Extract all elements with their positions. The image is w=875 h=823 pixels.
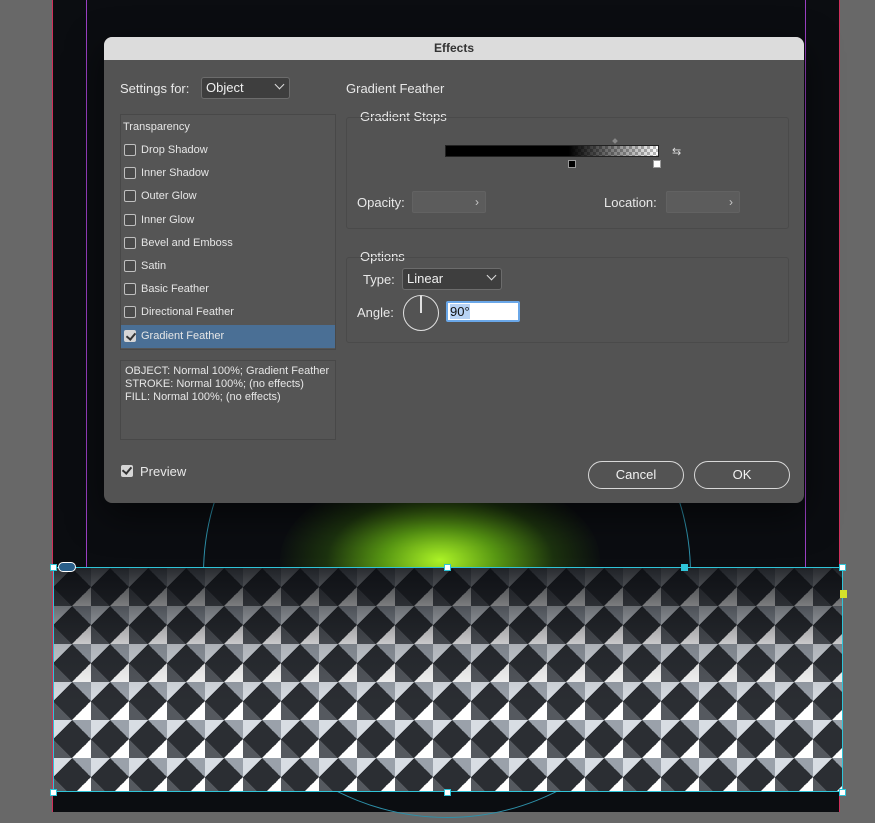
settings-for-dropdown[interactable]: Object (201, 77, 290, 99)
effects-summary: OBJECT: Normal 100%; Gradient Feather ST… (120, 360, 336, 440)
ok-button[interactable]: OK (694, 461, 790, 489)
list-item-gradient-feather[interactable]: Gradient Feather (121, 325, 335, 348)
checkbox-checked[interactable] (124, 330, 136, 342)
frame-handle-top-center[interactable] (444, 564, 451, 571)
location-label: Location: (604, 195, 657, 210)
angle-dial[interactable] (403, 295, 439, 331)
chevron-down-icon (274, 79, 285, 90)
preview-checkbox[interactable] (121, 465, 133, 477)
out-port-icon[interactable] (840, 590, 847, 598)
list-item-basic-feather[interactable]: Basic Feather (121, 278, 335, 301)
checkbox[interactable] (124, 190, 136, 202)
angle-label: Angle: (357, 305, 394, 320)
list-item-bevel-emboss[interactable]: Bevel and Emboss (121, 232, 335, 255)
checkbox[interactable] (124, 167, 136, 179)
checkbox[interactable] (124, 283, 136, 295)
list-item-label: Inner Shadow (141, 167, 209, 179)
gradient-ramp[interactable] (445, 145, 659, 157)
type-dropdown[interactable]: Linear (402, 268, 502, 290)
list-item-drop-shadow[interactable]: Drop Shadow (121, 139, 335, 162)
list-item-label: Drop Shadow (141, 144, 208, 156)
link-icon[interactable] (58, 562, 76, 572)
chevron-down-icon (486, 270, 497, 281)
chevron-right-icon: › (475, 195, 479, 209)
list-item-label: Satin (141, 260, 167, 272)
cancel-button[interactable]: Cancel (588, 461, 684, 489)
frame-handle-bottom-center[interactable] (444, 789, 451, 796)
selected-frame[interactable] (53, 567, 843, 792)
frame-anchor[interactable] (681, 564, 688, 571)
type-value: Linear (407, 271, 444, 286)
reverse-gradient-icon[interactable]: ⇆ (672, 145, 690, 163)
list-item-label: Gradient Feather (141, 330, 225, 342)
angle-value: 90° (450, 304, 470, 319)
list-item-label: Bevel and Emboss (141, 237, 233, 249)
list-item-label: Directional Feather (141, 306, 234, 318)
list-item-satin[interactable]: Satin (121, 255, 335, 278)
opacity-label: Opacity: (357, 195, 405, 210)
checkbox[interactable] (124, 260, 136, 272)
checkbox[interactable] (124, 214, 136, 226)
list-item-directional-feather[interactable]: Directional Feather (121, 301, 335, 324)
list-item-outer-glow[interactable]: Outer Glow (121, 185, 335, 208)
checkbox[interactable] (124, 306, 136, 318)
frame-handle-bottom-left[interactable] (50, 789, 57, 796)
settings-for-label: Settings for: (120, 81, 190, 96)
summary-object: OBJECT: Normal 100%; Gradient Feather (125, 365, 330, 377)
frame-handle-bottom-right[interactable] (839, 789, 846, 796)
frame-handle-top-right[interactable] (839, 564, 846, 571)
list-item-inner-shadow[interactable]: Inner Shadow (121, 162, 335, 185)
dialog-title: Effects (104, 37, 804, 60)
list-item-label: Basic Feather (141, 283, 209, 295)
frame-handle-top-left[interactable] (50, 564, 57, 571)
type-label: Type: (363, 272, 395, 287)
opacity-field[interactable]: › (412, 191, 486, 213)
location-field[interactable]: › (666, 191, 740, 213)
checkbox[interactable] (124, 144, 136, 156)
effects-dialog: Effects Settings for: Object Gradient Fe… (104, 37, 804, 503)
effects-list: Transparency Drop Shadow Inner Shadow Ou… (120, 114, 336, 350)
angle-input[interactable]: 90° (446, 301, 520, 322)
list-item-label: Inner Glow (141, 214, 195, 226)
checkbox[interactable] (124, 237, 136, 249)
gradient-stop-black[interactable] (568, 160, 576, 168)
list-header-transparency[interactable]: Transparency (121, 116, 335, 139)
gradient-stop-white[interactable] (653, 160, 661, 168)
panel-title: Gradient Feather (346, 81, 445, 96)
list-item-inner-glow[interactable]: Inner Glow (121, 209, 335, 232)
settings-for-value: Object (206, 80, 244, 95)
preview-label: Preview (140, 464, 187, 479)
summary-stroke: STROKE: Normal 100%; (no effects) (125, 378, 304, 390)
list-item-label: Outer Glow (141, 190, 197, 202)
chevron-right-icon: › (729, 195, 733, 209)
summary-fill: FILL: Normal 100%; (no effects) (125, 391, 281, 403)
